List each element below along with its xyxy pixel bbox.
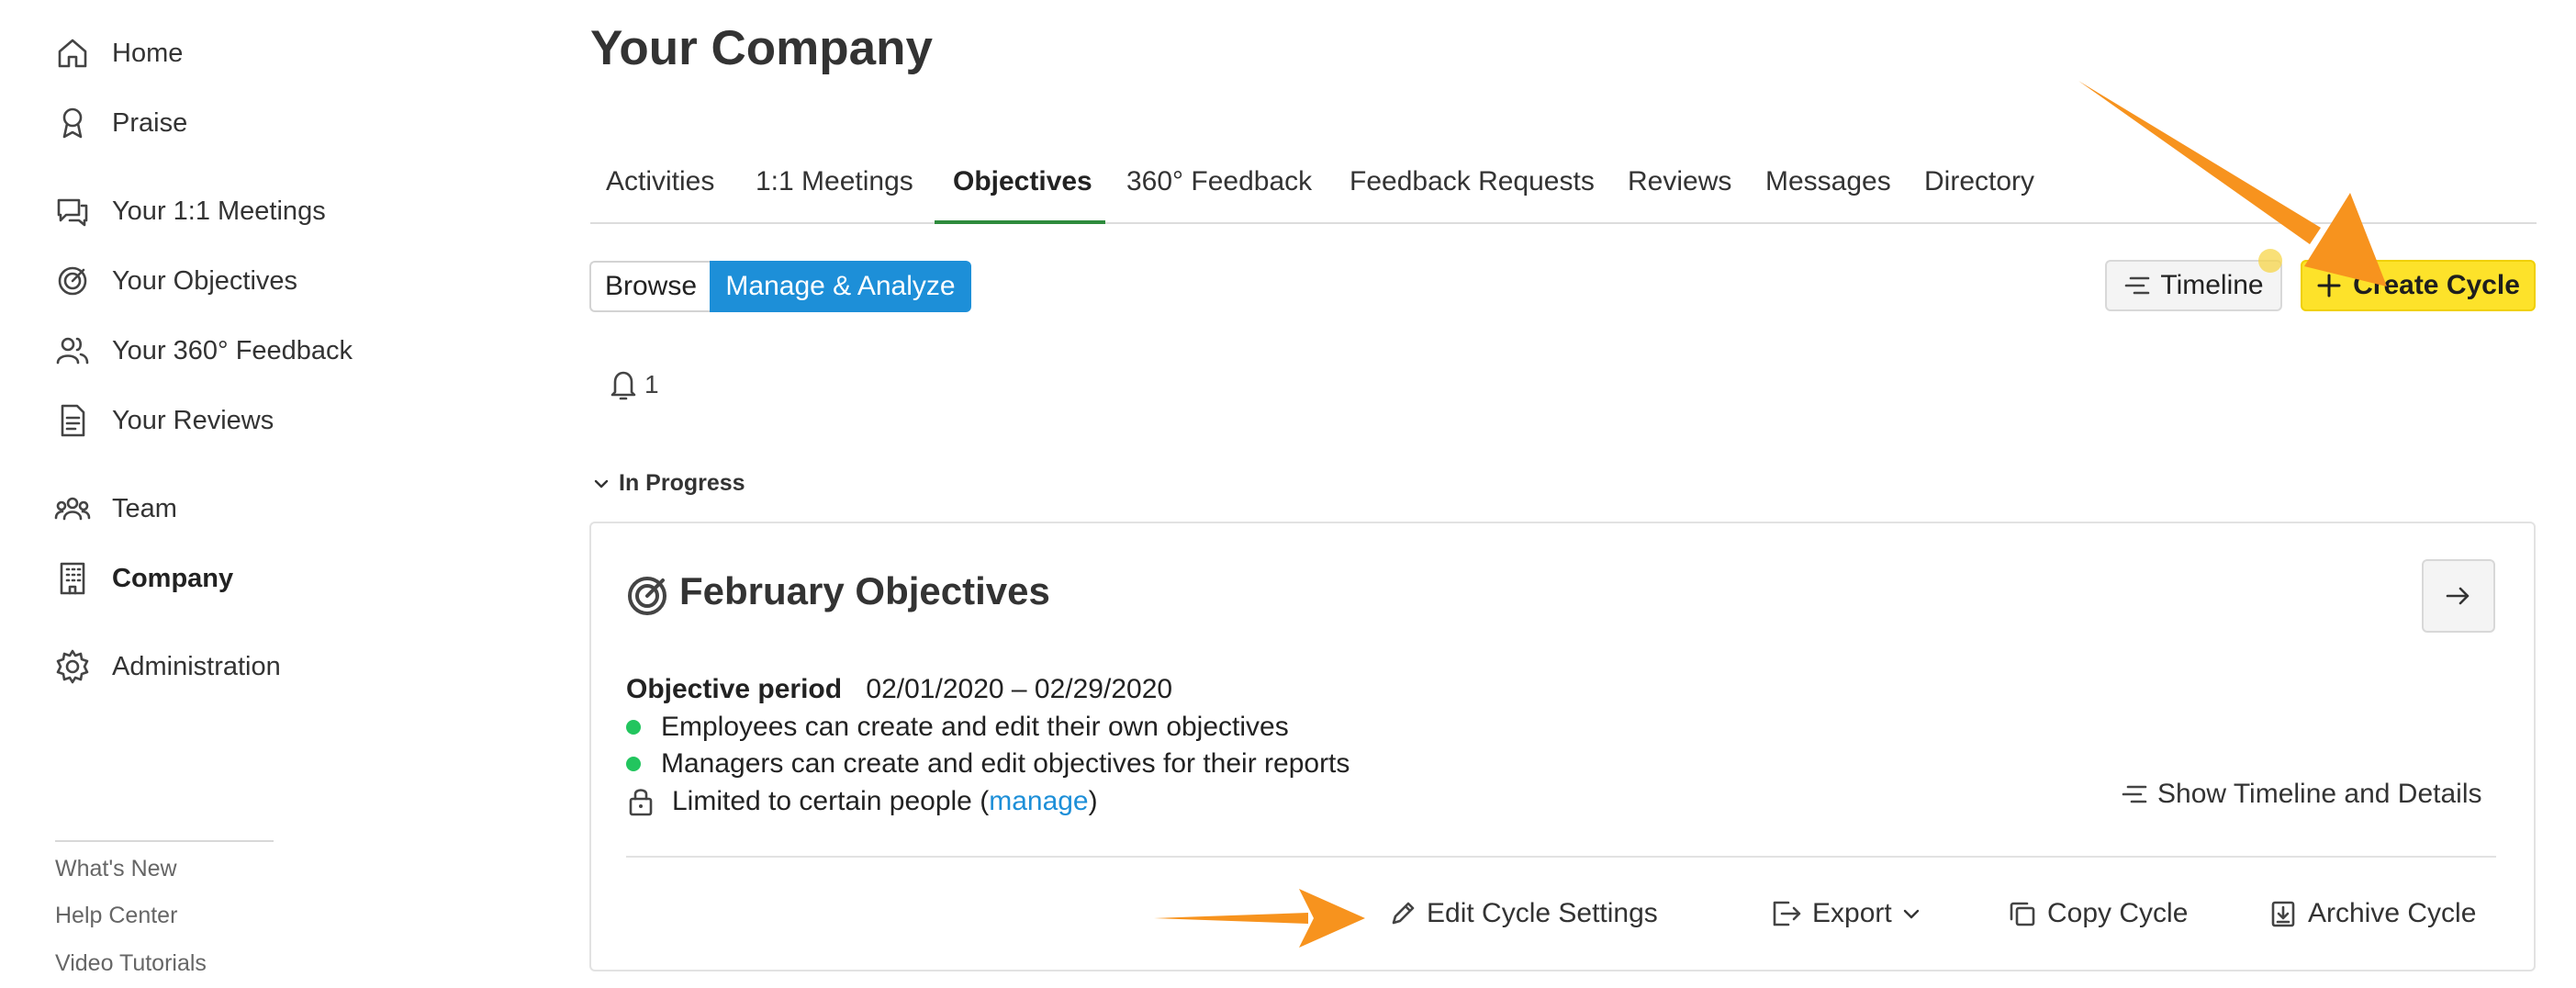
team-icon	[54, 497, 91, 521]
lock-icon	[629, 789, 653, 816]
notification-count: 1	[644, 370, 659, 399]
copy-icon	[2010, 902, 2035, 926]
tab-meetings[interactable]: 1:1 Meetings	[756, 154, 913, 222]
arrow-right-icon	[2446, 587, 2470, 605]
page-title: Your Company	[590, 21, 933, 75]
cycle-target-icon	[626, 575, 668, 617]
edit-cycle-settings-button[interactable]: Edit Cycle Settings	[1388, 891, 1658, 937]
timeline-icon	[2122, 785, 2147, 803]
rule-managers: Managers can create and edit objectives …	[626, 748, 1350, 780]
help-center-link[interactable]: Help Center	[55, 903, 177, 929]
export-dropdown[interactable]: Export	[1770, 891, 1931, 937]
tab-messages[interactable]: Messages	[1765, 154, 1891, 222]
export-label: Export	[1812, 898, 1892, 928]
sidebar-item-company[interactable]: Company	[53, 553, 233, 604]
sidebar-item-label: Your 360° Feedback	[112, 335, 353, 365]
copy-cycle-button[interactable]: Copy Cycle	[2007, 891, 2188, 937]
sidebar-item-home[interactable]: Home	[53, 28, 183, 79]
tab-objectives[interactable]: Objectives	[953, 154, 1092, 222]
period-label: Objective period	[626, 674, 843, 704]
tab-directory[interactable]: Directory	[1924, 154, 2034, 222]
show-timeline-details-button[interactable]: Show Timeline and Details	[2121, 779, 2482, 810]
video-tutorials-link[interactable]: Video Tutorials	[55, 950, 207, 977]
in-progress-section-toggle[interactable]: In Progress	[593, 470, 745, 497]
sidebar-item-360-feedback[interactable]: Your 360° Feedback	[53, 325, 353, 376]
status-dot	[626, 757, 641, 771]
manage-link[interactable]: manage	[989, 786, 1088, 816]
section-label: In Progress	[619, 470, 745, 496]
chevron-down-icon	[1903, 909, 1919, 919]
sidebar-item-label: Your 1:1 Meetings	[112, 196, 326, 226]
active-tab-indicator	[935, 220, 1105, 224]
copy-label: Copy Cycle	[2047, 898, 2189, 928]
open-cycle-button[interactable]	[2422, 559, 2495, 633]
ribbon-icon	[62, 107, 83, 139]
rule-text: Managers can create and edit objectives …	[661, 748, 1350, 779]
edit-label: Edit Cycle Settings	[1427, 898, 1658, 928]
annotation-arrow-edit-settings	[1154, 889, 1365, 948]
building-icon	[60, 562, 85, 595]
tab-360-feedback[interactable]: 360° Feedback	[1126, 154, 1312, 222]
sidebar-item-meetings[interactable]: Your 1:1 Meetings	[53, 185, 326, 237]
sidebar-item-label: Your Objectives	[112, 265, 298, 296]
sidebar-item-administration[interactable]: Administration	[53, 641, 281, 692]
rule-text: Employees can create and edit their own …	[661, 712, 1289, 742]
sidebar-item-label: Home	[112, 38, 184, 68]
objective-period: Objective period 02/01/2020 – 02/29/2020	[626, 674, 1172, 705]
whats-new-link[interactable]: What's New	[55, 856, 177, 882]
pencil-icon	[1392, 902, 1415, 925]
archive-label: Archive Cycle	[2308, 898, 2477, 928]
sidebar-item-team[interactable]: Team	[53, 483, 177, 534]
access-suffix: )	[1088, 786, 1098, 816]
export-icon	[1773, 901, 1801, 926]
people-icon	[56, 337, 89, 365]
target-icon	[58, 266, 87, 296]
sidebar-item-label: Administration	[112, 651, 281, 681]
archive-cycle-button[interactable]: Archive Cycle	[2268, 891, 2476, 937]
sidebar-item-praise[interactable]: Praise	[53, 97, 187, 149]
sidebar-item-label: Company	[112, 563, 234, 593]
access-prefix: Limited to certain people (	[672, 786, 990, 816]
bell-icon	[610, 371, 636, 400]
chevron-down-icon	[594, 479, 609, 488]
sidebar-item-objectives[interactable]: Your Objectives	[53, 255, 297, 307]
sidebar-item-label: Your Reviews	[112, 405, 274, 435]
tab-reviews[interactable]: Reviews	[1628, 154, 1731, 222]
cycle-title: February Objectives	[679, 569, 1050, 612]
sidebar-divider	[55, 840, 274, 842]
tab-feedback-requests[interactable]: Feedback Requests	[1350, 154, 1595, 222]
card-divider	[626, 856, 2496, 858]
home-icon	[58, 39, 87, 68]
rule-employees: Employees can create and edit their own …	[626, 712, 1289, 743]
notifications[interactable]: 1	[608, 367, 659, 402]
manage-analyze-toggle[interactable]: Manage & Analyze	[710, 261, 971, 312]
period-value: 02/01/2020 – 02/29/2020	[866, 674, 1173, 704]
gear-icon	[56, 649, 89, 684]
annotation-arrow-create-cycle	[2078, 81, 2387, 286]
archive-icon	[2271, 901, 2295, 927]
status-dot	[626, 720, 641, 735]
tab-activities[interactable]: Activities	[606, 154, 714, 222]
chat-icon	[57, 198, 88, 227]
document-icon	[61, 404, 85, 437]
sidebar-item-label: Praise	[112, 107, 188, 138]
show-details-label: Show Timeline and Details	[2157, 779, 2482, 809]
sidebar-item-reviews[interactable]: Your Reviews	[53, 395, 274, 446]
browse-toggle[interactable]: Browse	[589, 261, 711, 312]
access-restriction: Limited to certain people (manage)	[626, 785, 1098, 818]
sidebar-item-label: Team	[112, 493, 177, 523]
